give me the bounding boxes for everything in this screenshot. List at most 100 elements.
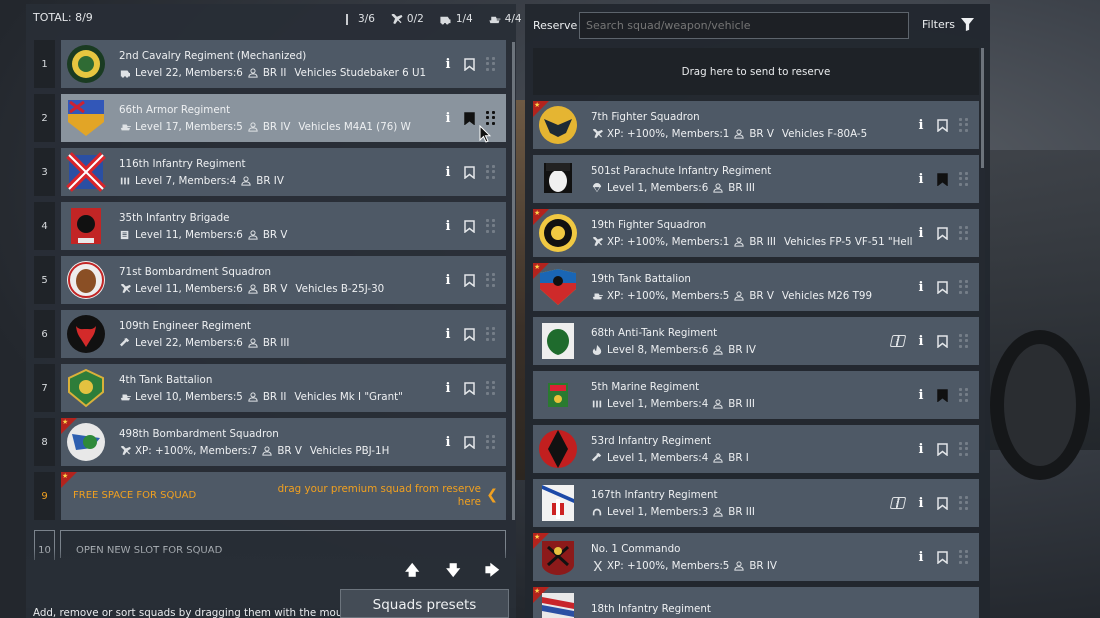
bookmark-icon[interactable]: [464, 165, 475, 179]
bookmark-icon[interactable]: [937, 334, 948, 348]
drag-handle-icon[interactable]: [959, 280, 969, 294]
reserve-squad-row[interactable]: 19th Fighter Squadron XP: +100%, Members:…: [533, 209, 979, 257]
free-squad-slot[interactable]: FREE SPACE FOR SQUAD drag your premium s…: [61, 472, 506, 520]
squad-stats: Level 1, Members:6 BR III: [591, 182, 916, 194]
squad-actions: i: [916, 442, 979, 457]
squad-emblem: [542, 485, 574, 521]
bookmark-icon[interactable]: [464, 327, 475, 341]
drag-handle-icon[interactable]: [486, 165, 496, 179]
person-icon: [734, 560, 745, 571]
book-icon[interactable]: [889, 335, 907, 347]
lineup-squad-row[interactable]: 71st Bombardment Squadron Level 11, Membe…: [61, 256, 506, 304]
arrow-up-icon[interactable]: 🡅: [405, 560, 419, 584]
lineup-squad-row[interactable]: 66th Armor Regiment Level 17, Members:5 BR…: [61, 94, 506, 142]
bookmark-icon[interactable]: [937, 550, 948, 564]
info-icon[interactable]: i: [443, 111, 453, 126]
drag-handle-icon[interactable]: [959, 442, 969, 456]
bookmark-icon[interactable]: [464, 381, 475, 395]
info-icon[interactable]: i: [443, 435, 453, 450]
lineup-squad-row[interactable]: 35th Infantry Brigade Level 11, Members:6…: [61, 202, 506, 250]
info-icon[interactable]: i: [916, 172, 926, 187]
drag-handle-icon[interactable]: [959, 226, 969, 240]
reserve-squad-row[interactable]: 18th Infantry Regiment: [533, 587, 979, 618]
reserve-scrollbar[interactable]: [981, 48, 984, 168]
reserve-squad-row[interactable]: 7th Fighter Squadron XP: +100%, Members:1…: [533, 101, 979, 149]
bookmark-icon[interactable]: [937, 172, 948, 186]
bookmark-icon[interactable]: [937, 496, 948, 510]
bookmark-icon[interactable]: [464, 219, 475, 233]
drag-handle-icon[interactable]: [486, 111, 496, 125]
bookmark-icon[interactable]: [464, 435, 475, 449]
drag-handle-icon[interactable]: [959, 172, 969, 186]
reserve-squad-row[interactable]: 167th Infantry Regiment Level 1, Members:…: [533, 479, 979, 527]
drag-handle-icon[interactable]: [959, 496, 969, 510]
filters-button[interactable]: Filters: [922, 18, 974, 31]
info-icon[interactable]: i: [916, 442, 926, 457]
info-icon[interactable]: i: [916, 550, 926, 565]
lineup-squad-row[interactable]: 4th Tank Battalion Level 10, Members:5 BR …: [61, 364, 506, 412]
premium-badge: [61, 472, 77, 488]
reserve-squad-row[interactable]: 19th Tank Battalion XP: +100%, Members:5 B…: [533, 263, 979, 311]
info-icon[interactable]: i: [916, 388, 926, 403]
bookmark-icon[interactable]: [937, 280, 948, 294]
reserve-drop-zone[interactable]: Drag here to send to reserve: [533, 48, 979, 95]
info-icon[interactable]: i: [443, 327, 453, 342]
person-icon: [248, 337, 258, 348]
drag-handle-icon[interactable]: [486, 381, 496, 395]
arrow-right-icon[interactable]: 🡆: [485, 560, 499, 584]
info-icon[interactable]: i: [443, 165, 453, 180]
bookmark-icon[interactable]: [464, 57, 475, 71]
lineup-squad-row[interactable]: 109th Engineer Regiment Level 22, Members…: [61, 310, 506, 358]
info-icon[interactable]: i: [916, 226, 926, 241]
squads-presets-button[interactable]: Squads presets: [340, 589, 509, 618]
drag-handle-icon[interactable]: [959, 550, 969, 564]
squad-emblem: [67, 423, 105, 461]
squad-info: 5th Marine Regiment Level 1, Members:4 BR …: [591, 381, 916, 410]
book-icon[interactable]: [889, 497, 907, 509]
squad-name: 4th Tank Battalion: [119, 373, 213, 386]
drag-handle-icon[interactable]: [959, 334, 969, 348]
info-icon[interactable]: i: [916, 280, 926, 295]
bookmark-icon[interactable]: [464, 273, 475, 287]
drag-handle-icon[interactable]: [959, 388, 969, 402]
aircraft-icon: [592, 236, 603, 246]
bookmark-icon[interactable]: [937, 388, 948, 402]
drag-handle-icon[interactable]: [486, 57, 496, 71]
engineer-icon: [120, 337, 130, 346]
assault-icon: [120, 177, 130, 184]
squad-br: BR IV: [728, 343, 756, 356]
drag-handle-icon[interactable]: [486, 273, 496, 287]
counter-value: 1/4: [455, 13, 473, 25]
info-icon[interactable]: i: [443, 219, 453, 234]
lineup-squad-row[interactable]: 498th Bombardment Squadron XP: +100%, Mem…: [61, 418, 506, 466]
reserve-squad-row[interactable]: No. 1 Commando XP: +100%, Members:5 BR IV i: [533, 533, 979, 581]
bookmark-icon[interactable]: [937, 118, 948, 132]
drag-handle-icon[interactable]: [486, 219, 496, 233]
squad-info: 7th Fighter Squadron XP: +100%, Members:1…: [591, 111, 916, 140]
lineup-scrollbar[interactable]: [512, 42, 515, 520]
reserve-squad-row[interactable]: 5th Marine Regiment Level 1, Members:4 BR …: [533, 371, 979, 419]
bookmark-icon[interactable]: [464, 111, 475, 125]
reserve-squad-row[interactable]: 53rd Infantry Regiment Level 1, Members:4…: [533, 425, 979, 473]
lineup-squad-row[interactable]: 116th Infantry Regiment Level 7, Members:…: [61, 148, 506, 196]
info-icon[interactable]: i: [916, 118, 926, 133]
info-icon[interactable]: i: [916, 496, 926, 511]
search-input[interactable]: [579, 12, 909, 39]
counter-value: 0/2: [406, 13, 424, 25]
lineup-squad-row[interactable]: 2nd Cavalry Regiment (Mechanized) Level 2…: [61, 40, 506, 88]
drag-handle-icon[interactable]: [486, 435, 496, 449]
squad-name: 5th Marine Regiment: [591, 380, 700, 393]
squad-level: Level 22, Members:6: [135, 336, 243, 349]
info-icon[interactable]: i: [443, 273, 453, 288]
bookmark-icon[interactable]: [937, 442, 948, 456]
drag-handle-icon[interactable]: [486, 327, 496, 341]
reserve-squad-row[interactable]: 501st Parachute Infantry Regiment Level 1…: [533, 155, 979, 203]
tank-icon: [592, 293, 603, 299]
info-icon[interactable]: i: [443, 57, 453, 72]
drag-handle-icon[interactable]: [959, 118, 969, 132]
arrow-down-icon[interactable]: 🡇: [446, 560, 460, 584]
info-icon[interactable]: i: [916, 334, 926, 349]
reserve-squad-row[interactable]: 68th Anti-Tank Regiment Level 8, Members:…: [533, 317, 979, 365]
bookmark-icon[interactable]: [937, 226, 948, 240]
info-icon[interactable]: i: [443, 381, 453, 396]
